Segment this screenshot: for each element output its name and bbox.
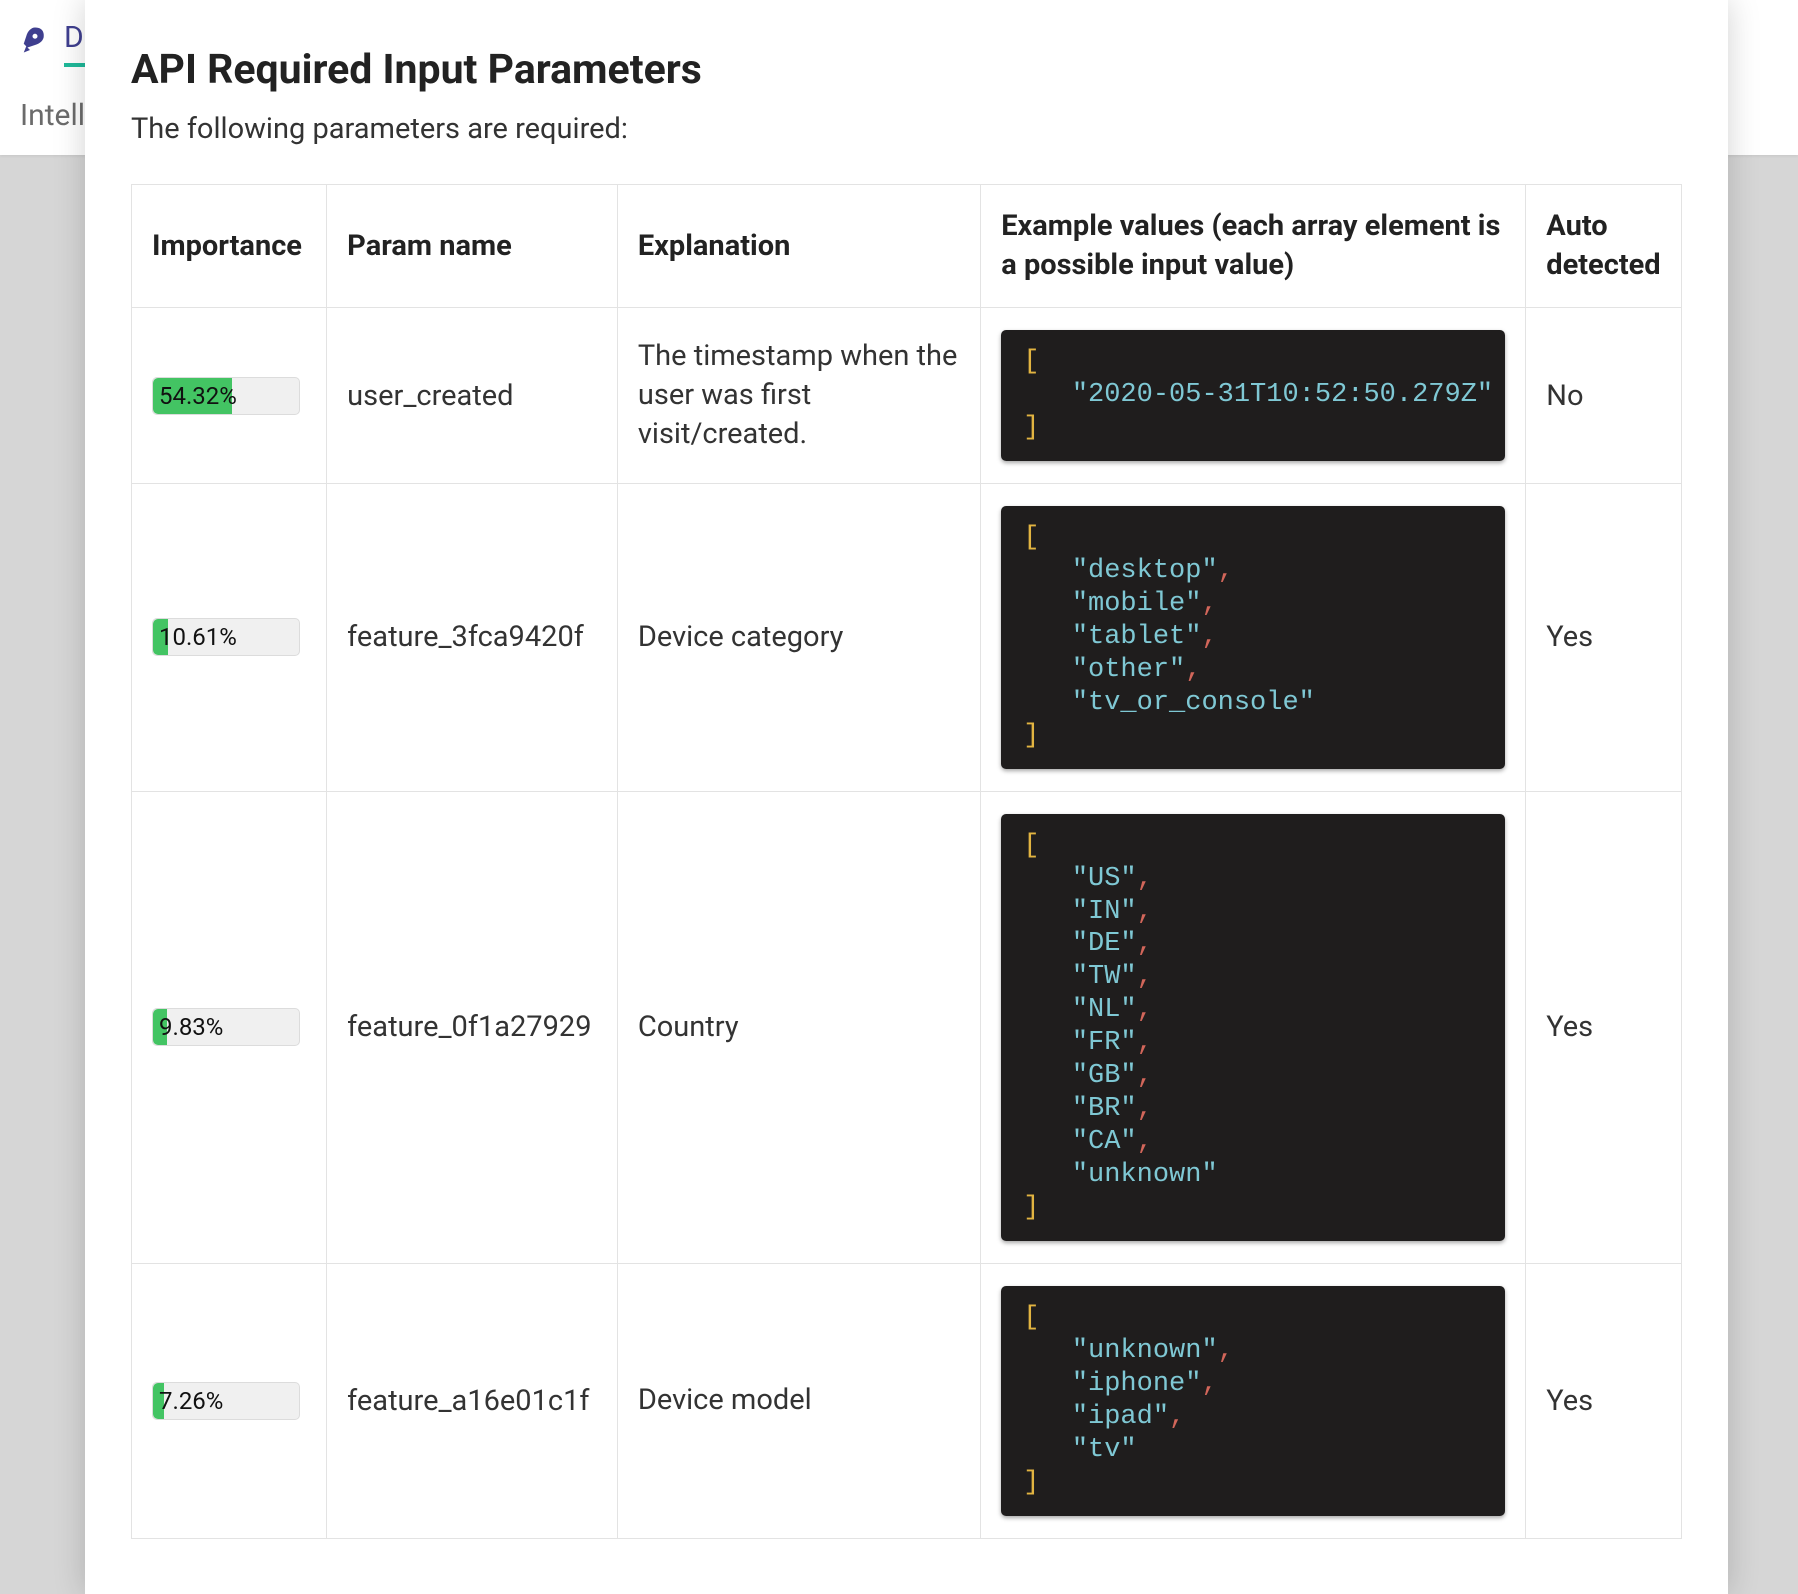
params-table: Importance Param name Explanation Exampl… (131, 184, 1682, 1539)
cell-example: [ "2020-05-31T10:52:50.279Z" ] (981, 308, 1526, 484)
th-importance: Importance (132, 185, 327, 308)
table-row: 54.32% user_createdThe timestamp when the… (132, 308, 1682, 484)
explanation-text: Device model (638, 1381, 960, 1420)
th-param-name: Param name (327, 185, 618, 308)
api-params-modal: API Required Input Parameters The follow… (85, 0, 1728, 1594)
cell-auto-detected: Yes (1526, 791, 1682, 1263)
cell-importance: 9.83% (132, 791, 327, 1263)
cell-importance: 7.26% (132, 1263, 327, 1538)
example-code: [ "US", "IN", "DE", "TW", "NL", "FR", "G… (1001, 814, 1505, 1241)
example-code: [ "desktop", "mobile", "tablet", "other"… (1001, 506, 1505, 769)
example-code: [ "unknown", "iphone", "ipad", "tv" ] (1001, 1286, 1505, 1516)
importance-label: 7.26% (153, 1383, 299, 1419)
importance-bar: 7.26% (152, 1382, 300, 1420)
cell-explanation: Device model (617, 1263, 980, 1538)
cell-param-name: feature_3fca9420f (327, 484, 618, 792)
cell-param-name: feature_a16e01c1f (327, 1263, 618, 1538)
background-subtitle: Intelli (20, 98, 92, 133)
explanation-text: Country (638, 1008, 960, 1047)
cell-example: [ "unknown", "iphone", "ipad", "tv" ] (981, 1263, 1526, 1538)
cell-example: [ "US", "IN", "DE", "TW", "NL", "FR", "G… (981, 791, 1526, 1263)
cell-explanation: The timestamp when the user was first vi… (617, 308, 980, 484)
importance-label: 10.61% (153, 619, 299, 655)
cell-explanation: Device category (617, 484, 980, 792)
cell-example: [ "desktop", "mobile", "tablet", "other"… (981, 484, 1526, 792)
th-auto-detected: Auto detected (1526, 185, 1682, 308)
cell-param-name: user_created (327, 308, 618, 484)
importance-label: 54.32% (153, 378, 299, 414)
importance-bar: 9.83% (152, 1008, 300, 1046)
table-row: 9.83% feature_0f1a27929 Country [ "US", "IN… (132, 791, 1682, 1263)
explanation-text: Device category (638, 618, 960, 657)
table-row: 10.61% feature_3fca9420f Device category [ … (132, 484, 1682, 792)
importance-bar: 10.61% (152, 618, 300, 656)
cell-explanation: Country (617, 791, 980, 1263)
cell-param-name: feature_0f1a27929 (327, 791, 618, 1263)
cell-importance: 54.32% (132, 308, 327, 484)
table-header-row: Importance Param name Explanation Exampl… (132, 185, 1682, 308)
cell-importance: 10.61% (132, 484, 327, 792)
th-explanation: Explanation (617, 185, 980, 308)
table-row: 7.26% feature_a16e01c1f Device model [ "unk… (132, 1263, 1682, 1538)
cell-auto-detected: Yes (1526, 484, 1682, 792)
modal-title: API Required Input Parameters (131, 46, 1682, 94)
rocket-icon (20, 25, 50, 62)
explanation-text: The timestamp when the user was first vi… (638, 337, 960, 454)
cell-auto-detected: No (1526, 308, 1682, 484)
cell-auto-detected: Yes (1526, 1263, 1682, 1538)
example-code: [ "2020-05-31T10:52:50.279Z" ] (1001, 330, 1505, 461)
modal-subtitle: The following parameters are required: (131, 112, 1682, 146)
importance-bar: 54.32% (152, 377, 300, 415)
th-example: Example values (each array element is a … (981, 185, 1526, 308)
importance-label: 9.83% (153, 1009, 299, 1045)
